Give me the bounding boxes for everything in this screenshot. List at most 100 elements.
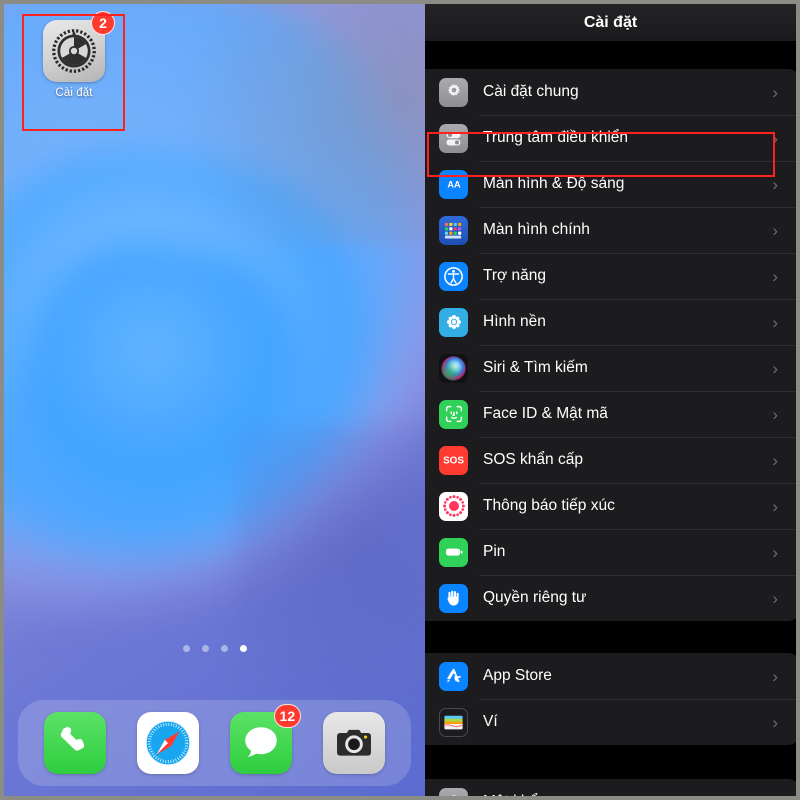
- phone-glyph: [60, 726, 84, 751]
- row-siri-tim-kiem[interactable]: Siri & Tìm kiếm ›: [425, 345, 796, 391]
- row-mat-khau[interactable]: Mật khẩu ›: [425, 779, 796, 797]
- row-vi[interactable]: Ví ›: [425, 699, 796, 745]
- chevron-right-icon: ›: [772, 266, 778, 286]
- settings-gear-icon[interactable]: 2: [43, 11, 115, 82]
- phone-icon[interactable]: [43, 712, 106, 774]
- flower-glyph: [446, 315, 461, 329]
- settings-navbar: Cài đặt: [425, 4, 796, 42]
- row-label: Mật khẩu: [483, 793, 772, 796]
- svg-text:AA: AA: [447, 180, 461, 190]
- page-dot-1[interactable]: [182, 645, 190, 652]
- iphone-home-screen: 2 Cài đặt 12: [0, 0, 425, 800]
- row-label: Trung tâm điều khiển: [483, 129, 629, 146]
- accessibility-icon: [439, 261, 468, 291]
- app-grid-glyph: [444, 222, 462, 239]
- siri-icon: [439, 353, 468, 383]
- row-label: Màn hình & Độ sáng: [483, 175, 625, 192]
- gear-glyph: [52, 29, 96, 73]
- row-trung-tam-dieu-khien[interactable]: Trung tâm điều khiển ›: [425, 115, 796, 161]
- wallpaper: [4, 4, 425, 796]
- wallet-icon: [439, 707, 468, 737]
- settings-app-icon[interactable]: 2 Cài đặt: [34, 11, 115, 99]
- messages-glyph: [245, 727, 277, 757]
- aa-glyph: AA: [447, 180, 461, 190]
- control-center-glyph: [446, 131, 461, 145]
- chevron-right-icon: ›: [772, 496, 778, 516]
- row-label: SOS khẩn cấp: [483, 451, 583, 468]
- key-glyph: [451, 795, 456, 796]
- row-label: Hình nền: [483, 313, 546, 330]
- camera-icon[interactable]: [323, 712, 386, 774]
- camera-glyph: [337, 729, 372, 756]
- hand-glyph: [447, 590, 459, 605]
- settings-app-label: Cài đặt: [55, 87, 93, 99]
- app-store-glyph: [446, 668, 461, 682]
- row-label: Màn hình chính: [483, 221, 590, 238]
- home-screen-icon: [439, 215, 468, 245]
- row-thong-bao-tiep-xuc[interactable]: Thông báo tiếp xúc ›: [425, 483, 796, 529]
- wallpaper-icon: [439, 307, 468, 337]
- app-store-icon: [439, 661, 468, 691]
- row-man-hinh-chinh[interactable]: Màn hình chính ›: [425, 207, 796, 253]
- exposure-glyph: [442, 495, 465, 517]
- chevron-right-icon: ›: [772, 588, 778, 608]
- chevron-right-icon: ›: [772, 174, 778, 194]
- page-dot-4[interactable]: [239, 645, 247, 652]
- accessibility-glyph: [444, 266, 463, 286]
- settings-group-passwords: Mật khẩu ›: [425, 779, 796, 797]
- row-cai-dat-chung[interactable]: Cài đặt chung ›: [425, 69, 796, 115]
- chevron-right-icon: ›: [772, 712, 778, 732]
- wallpaper-corner-shade-top: [185, 4, 425, 244]
- svg-text:SOS: SOS: [443, 456, 464, 467]
- row-app-store[interactable]: App Store ›: [425, 653, 796, 699]
- row-face-id-mat-ma[interactable]: Face ID & Mật mã ›: [425, 391, 796, 437]
- page-dot-3[interactable]: [220, 645, 228, 652]
- chevron-right-icon: ›: [772, 220, 778, 240]
- chevron-right-icon: ›: [772, 358, 778, 378]
- exposure-notification-icon: [439, 491, 468, 521]
- chevron-right-icon: ›: [772, 312, 778, 332]
- row-man-hinh-do-sang[interactable]: AA Màn hình & Độ sáng ›: [425, 161, 796, 207]
- screenshot-root: 2 Cài đặt 12 Cài đặt Cài đặt chung › Tru…: [0, 0, 800, 800]
- row-label: Face ID & Mật mã: [483, 405, 608, 422]
- row-hinh-nen[interactable]: Hình nền ›: [425, 299, 796, 345]
- safari-compass-icon[interactable]: [136, 712, 199, 774]
- passwords-key-icon: [439, 787, 468, 796]
- row-label: Ví: [483, 713, 498, 730]
- chevron-right-icon: ›: [772, 128, 778, 148]
- row-label: Siri & Tìm kiếm: [483, 359, 588, 376]
- gear-glyph: [447, 83, 460, 97]
- safari-glyph: [145, 720, 191, 766]
- settings-list[interactable]: Cài đặt chung › Trung tâm điều khiển › A…: [425, 69, 796, 796]
- battery-glyph: [445, 548, 462, 556]
- privacy-hand-icon: [439, 583, 468, 613]
- dock: 12: [18, 700, 411, 786]
- row-label: Quyền riêng tư: [483, 589, 587, 606]
- chevron-right-icon: ›: [772, 450, 778, 470]
- sos-icon: SOS: [439, 445, 468, 475]
- row-pin[interactable]: Pin ›: [425, 529, 796, 575]
- settings-app: Cài đặt Cài đặt chung › Trung tâm điều k…: [425, 0, 800, 800]
- messages-badge: 12: [273, 704, 302, 728]
- battery-icon: [439, 537, 468, 567]
- chevron-right-icon: ›: [772, 404, 778, 424]
- settings-group-system: Cài đặt chung › Trung tâm điều khiển › A…: [425, 69, 796, 621]
- control-center-icon: [439, 123, 468, 153]
- page-dot-2[interactable]: [201, 645, 209, 652]
- page-dots[interactable]: [4, 645, 425, 652]
- row-quyen-rieng-tu[interactable]: Quyền riêng tư ›: [425, 575, 796, 621]
- wallet-glyph: [444, 715, 463, 729]
- row-label: Trợ năng: [483, 267, 547, 284]
- settings-group-store: App Store › Ví ›: [425, 653, 796, 745]
- settings-badge: 2: [91, 11, 115, 35]
- gear-icon: [439, 77, 468, 107]
- face-id-icon: [439, 399, 468, 429]
- row-tro-nang[interactable]: Trợ năng ›: [425, 253, 796, 299]
- sos-glyph: SOS: [443, 456, 464, 467]
- chevron-right-icon: ›: [772, 794, 778, 797]
- face-id-glyph: [445, 405, 462, 423]
- page-title: Cài đặt: [583, 13, 638, 31]
- messages-bubble-icon[interactable]: 12: [230, 704, 302, 774]
- row-label: Thông báo tiếp xúc: [483, 497, 615, 514]
- row-sos-khan-cap[interactable]: SOS SOS khẩn cấp ›: [425, 437, 796, 483]
